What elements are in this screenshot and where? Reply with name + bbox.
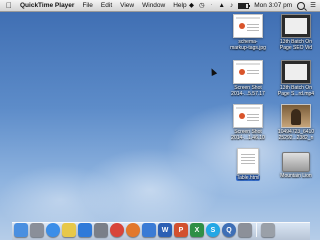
- clock[interactable]: Mon 3:07 pm: [254, 0, 292, 11]
- hard-drive-icon: [282, 152, 310, 172]
- desktop-drive-mountain-lion[interactable]: Mountain Lion: [274, 148, 318, 180]
- mouse-cursor-icon: [208, 67, 218, 76]
- file-label: Mountain Lion: [280, 173, 312, 179]
- menu-view[interactable]: View: [120, 2, 134, 9]
- trash-icon[interactable]: [261, 223, 275, 237]
- apple-menu-icon[interactable]: : [4, 0, 14, 11]
- quicktime-icon[interactable]: Q: [222, 223, 236, 237]
- excel-icon[interactable]: X: [190, 223, 204, 237]
- menu-app-name[interactable]: QuickTime Player: [20, 2, 74, 9]
- desktop:  QuickTime Player File Edit View Window…: [0, 0, 320, 240]
- screenshot-thumbnail-icon: [233, 60, 263, 84]
- desktop-file-photo[interactable]: 10494723_6410 25292...2382_n: [274, 104, 318, 142]
- battery-icon[interactable]: [238, 2, 251, 9]
- menu-edit[interactable]: Edit: [101, 2, 112, 9]
- word-icon[interactable]: W: [158, 223, 172, 237]
- notification-center-icon[interactable]: ☰: [310, 0, 316, 11]
- system-preferences-icon[interactable]: [94, 223, 108, 237]
- screenshot-thumbnail-icon: [233, 104, 263, 128]
- file-label: Page SEO Vid: [279, 44, 313, 51]
- photo-thumbnail-icon: [281, 104, 311, 128]
- dock: WPXSQ: [14, 217, 310, 237]
- desktop-file-seo-video[interactable]: 13th Batch On Page SEO Vid: [274, 14, 318, 52]
- chrome-icon[interactable]: [110, 223, 124, 237]
- image-thumbnail-icon: [233, 14, 263, 38]
- finder-icon[interactable]: [14, 223, 28, 237]
- file-label: 2014-...1.46.10: [231, 134, 265, 141]
- desktop-file-screenshot-2[interactable]: Screen Shot 2014-...1.46.10: [226, 104, 270, 142]
- menu-file[interactable]: File: [82, 2, 92, 9]
- settings-app-icon[interactable]: [238, 223, 252, 237]
- file-label: 2014-...5.57.17: [231, 90, 265, 97]
- file-label: 25292...2382_n: [278, 134, 314, 141]
- volume-icon[interactable]: ♪: [230, 0, 233, 11]
- time-machine-icon[interactable]: ◷: [199, 0, 205, 11]
- dropbox-icon[interactable]: ◆: [189, 0, 194, 11]
- app-icon[interactable]: [142, 223, 156, 237]
- file-label: Page S...rd.mp4: [277, 90, 315, 97]
- battery-level: [239, 3, 246, 8]
- menu-bar:  QuickTime Player File Edit View Window…: [0, 0, 320, 12]
- dock-separator: [256, 223, 257, 237]
- notes-icon[interactable]: [62, 223, 76, 237]
- powerpoint-icon[interactable]: P: [174, 223, 188, 237]
- wifi-icon[interactable]: ▲: [219, 0, 225, 11]
- menu-window[interactable]: Window: [142, 2, 165, 9]
- video-thumbnail-icon: [281, 60, 311, 84]
- file-label: markup-tags.jpg: [230, 44, 266, 51]
- desktop-file-screenshot-1[interactable]: Screen Shot 2014-...5.57.17: [226, 60, 270, 98]
- firefox-icon[interactable]: [126, 223, 140, 237]
- safari-icon[interactable]: [46, 223, 60, 237]
- menu-help[interactable]: Help: [173, 2, 186, 9]
- spotlight-search-icon[interactable]: [297, 1, 306, 10]
- skype-icon[interactable]: S: [206, 223, 220, 237]
- desktop-file-table-html[interactable]: Table.html: [226, 148, 270, 182]
- bluetooth-icon[interactable]: ᛫: [210, 0, 214, 11]
- html-document-icon: [237, 148, 259, 174]
- desktop-file-seo-mp4[interactable]: 13th Batch On Page S...rd.mp4: [274, 60, 318, 98]
- app-store-icon[interactable]: [78, 223, 92, 237]
- video-thumbnail-icon: [281, 14, 311, 38]
- launchpad-icon[interactable]: [30, 223, 44, 237]
- desktop-file-schema-markup[interactable]: schema-markup-tags.jpg: [226, 14, 270, 52]
- file-label: Table.html: [235, 175, 261, 181]
